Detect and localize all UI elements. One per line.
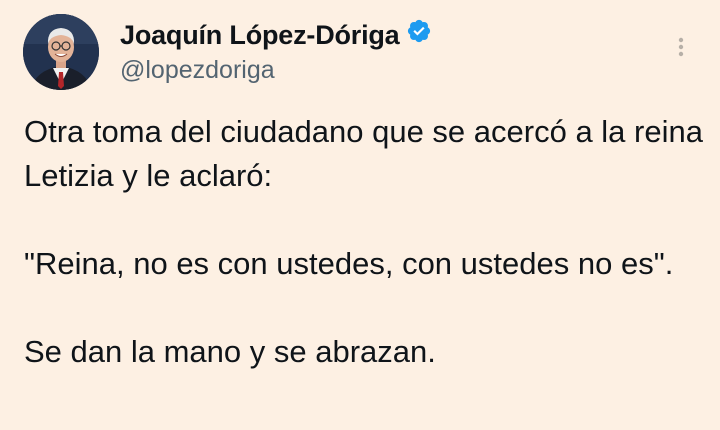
avatar[interactable] <box>23 14 99 90</box>
tweet-text: Otra toma del ciudadano que se acercó a … <box>24 110 704 374</box>
author-handle[interactable]: @lopezdoriga <box>120 54 275 86</box>
tweet-paragraph: "Reina, no es con ustedes, con ustedes n… <box>24 246 674 281</box>
author-name-text: Joaquín López-Dóriga <box>120 20 400 50</box>
verified-badge-icon <box>406 18 432 52</box>
profile-photo-icon <box>23 14 99 90</box>
more-vertical-icon <box>678 37 684 57</box>
tweet-paragraph: Otra toma del ciudadano que se acercó a … <box>24 114 703 193</box>
author-name[interactable]: Joaquín López-Dóriga <box>120 18 432 52</box>
tweet-card: Joaquín López-Dóriga @lopezdoriga Otra t… <box>0 0 720 430</box>
more-options-button[interactable] <box>666 32 696 62</box>
tweet-paragraph: Se dan la mano y se abrazan. <box>24 334 436 369</box>
